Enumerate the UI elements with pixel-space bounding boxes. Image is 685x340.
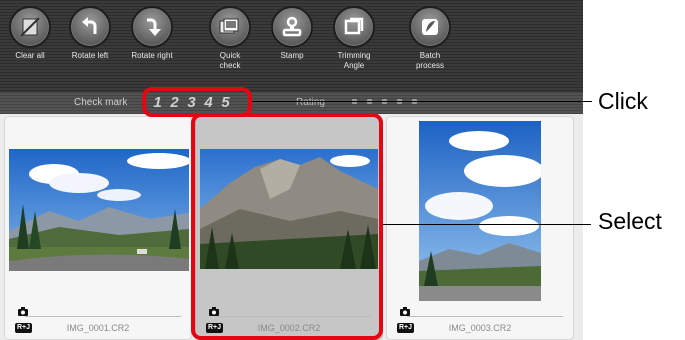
trimming-angle-label: Trimming Angle — [337, 51, 371, 70]
divider — [25, 316, 181, 317]
thumbnail-item[interactable]: R+J IMG_0001.CR2 — [4, 116, 192, 340]
batch-process-button[interactable]: Batch process — [390, 6, 470, 71]
rating-label: Rating — [296, 97, 325, 108]
stamp-icon — [271, 6, 313, 48]
quick-check-icon — [209, 6, 251, 48]
trimming-angle-icon — [333, 6, 375, 48]
check-mark-label: Check mark — [74, 97, 128, 108]
rotate-right-label: Rotate right — [131, 51, 173, 60]
batch-process-icon — [409, 6, 451, 48]
select-callout-text: Select — [598, 208, 662, 234]
divider — [407, 316, 563, 317]
clear-all-icon — [9, 6, 51, 48]
thumbnail-image — [419, 121, 541, 301]
batch-process-label: Batch process — [415, 51, 444, 70]
rotate-right-button[interactable]: Rotate right — [112, 6, 192, 61]
trimming-angle-button[interactable]: Trimming Angle — [314, 6, 394, 71]
toolbar: Clear all Rotate left Rotate right Quick… — [0, 0, 583, 93]
selected-thumbnail-highlight-box — [191, 113, 383, 340]
thumbnail-filename: IMG_0003.CR2 — [448, 323, 512, 333]
click-callout-line — [252, 101, 592, 102]
thumbnail-filename: IMG_0001.CR2 — [66, 323, 130, 333]
select-callout-line — [383, 224, 591, 225]
check-mark-bar: Check mark 1 2 3 4 5 Rating — [0, 92, 583, 114]
thumbnail-image — [9, 149, 189, 271]
click-callout-text: Click — [598, 88, 648, 114]
rotate-right-icon — [131, 6, 173, 48]
thumbnail-item[interactable]: R+J IMG_0003.CR2 — [386, 116, 574, 340]
rotate-left-icon — [69, 6, 111, 48]
